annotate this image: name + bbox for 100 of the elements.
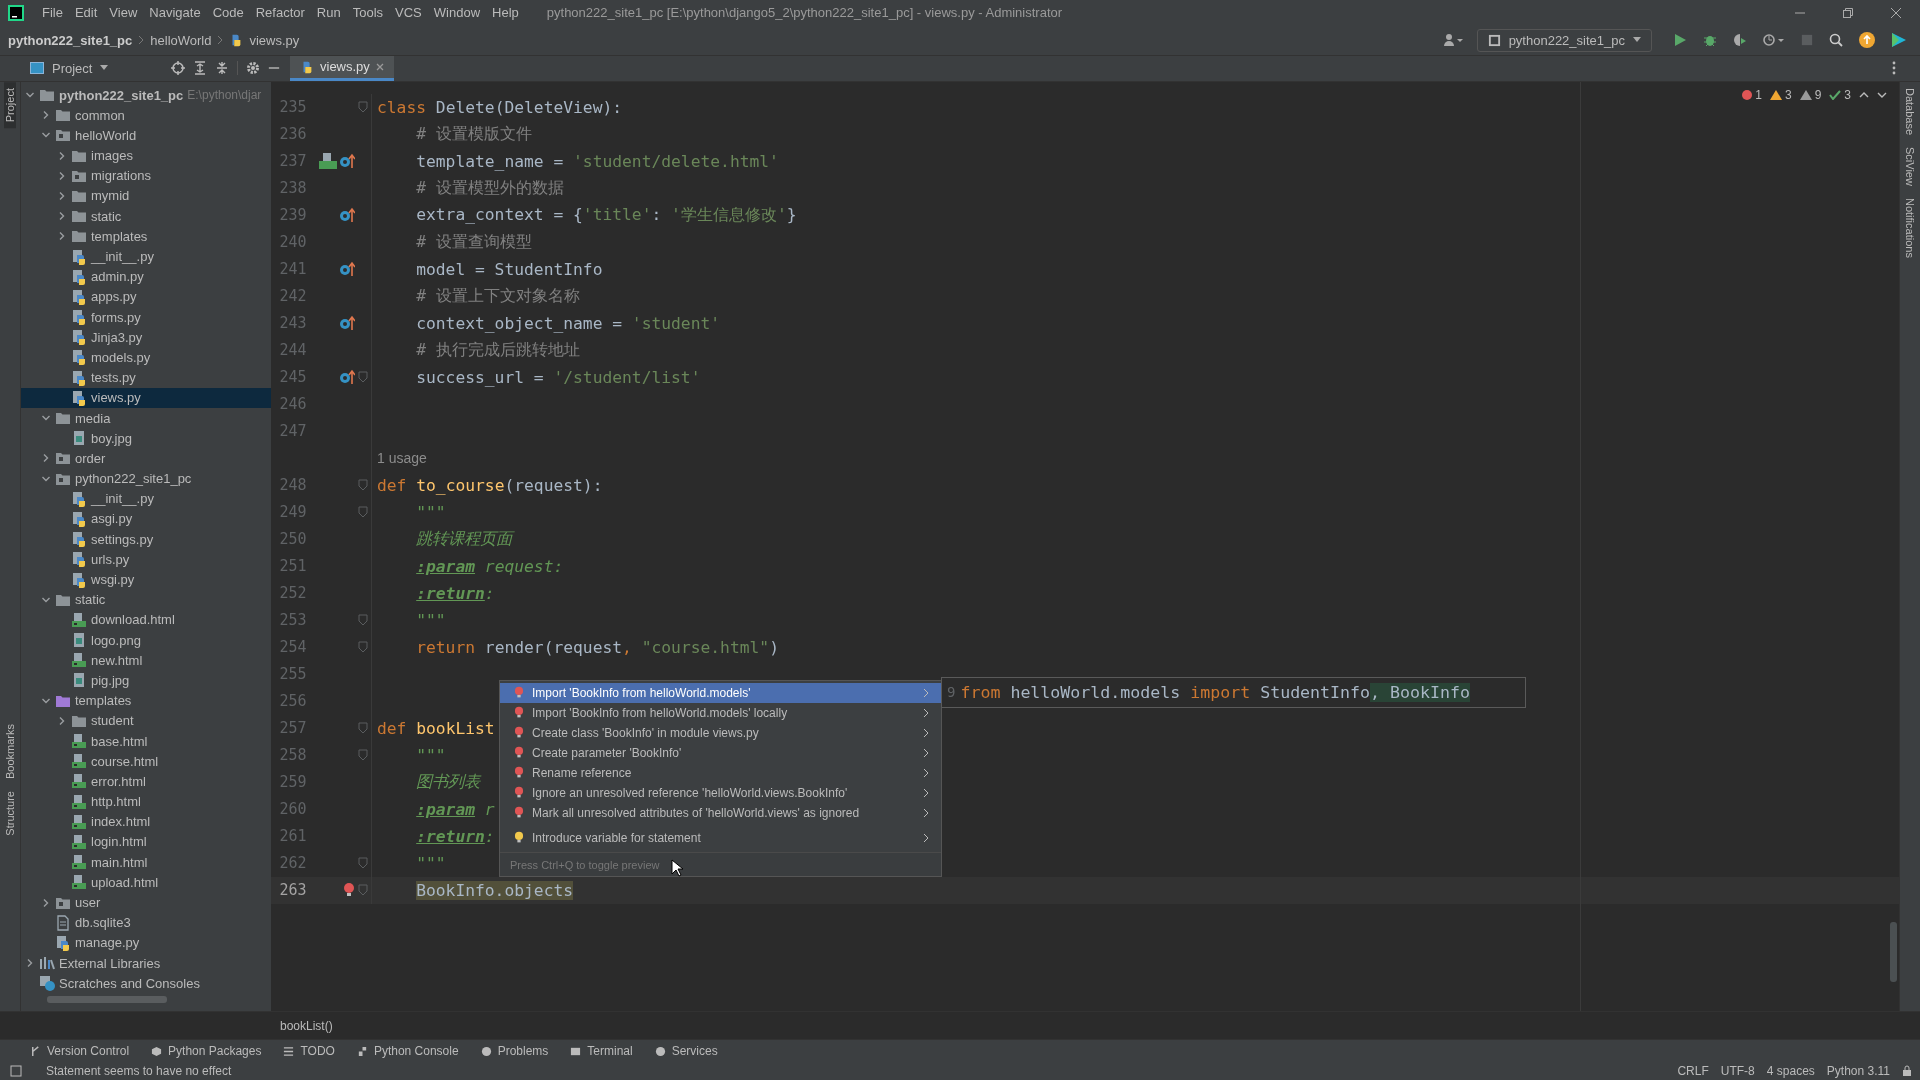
inspection-count[interactable]: 3 (1769, 87, 1792, 102)
menu-item[interactable]: Import 'BookInfo from helloWorld.models' locally (500, 702, 941, 723)
html-file-icon[interactable] (319, 153, 338, 170)
tree-item[interactable]: migrations (21, 165, 271, 186)
override-icon[interactable] (339, 153, 356, 170)
tool-window-button[interactable]: Python Packages (151, 1044, 262, 1058)
tree-item[interactable]: templates (21, 226, 271, 247)
close-icon[interactable] (1890, 7, 1902, 19)
arrow-down-icon[interactable] (1877, 90, 1887, 99)
menu-item[interactable]: Import 'BookInfo from helloWorld.models' (500, 682, 941, 703)
error-bulb-icon[interactable] (343, 882, 356, 899)
chevron-right-icon[interactable] (57, 211, 67, 222)
tree-item[interactable]: python222_site1_pc E:\python\djar (21, 84, 271, 106)
tree-item[interactable]: error.html (21, 771, 271, 792)
menu-item[interactable]: Mark all unresolved attributes of 'helloWorld.views' as ignored (500, 802, 941, 823)
menu-item[interactable]: Edit (68, 5, 104, 21)
close-icon[interactable] (375, 62, 384, 71)
tree-item[interactable]: upload.html (21, 872, 271, 893)
coverage-icon[interactable] (1733, 33, 1747, 48)
menu-item[interactable]: Ignore an unresolved reference 'helloWorld.views.BookInfo' (500, 782, 941, 803)
tree-item[interactable]: forms.py (21, 307, 271, 328)
tree-item[interactable]: __init__.py (21, 246, 271, 267)
chevron-right-icon[interactable] (41, 453, 51, 464)
tree-item[interactable]: wsgi.py (21, 569, 271, 590)
tree-item[interactable]: Scratches and Consoles (21, 973, 271, 994)
tree-item[interactable]: templates (21, 690, 271, 711)
editor-tab[interactable]: views.py (290, 55, 394, 81)
tree-item[interactable]: helloWorld (21, 125, 271, 146)
menu-item[interactable]: Create parameter 'BookInfo' (500, 742, 941, 763)
update-icon[interactable] (1859, 32, 1875, 49)
crosshair-icon[interactable] (171, 61, 185, 76)
menu-item[interactable]: Window (427, 5, 487, 21)
inspection-count[interactable]: 3 (1829, 87, 1851, 102)
tree-item[interactable]: new.html (21, 650, 271, 671)
breadcrumb-item[interactable]: python222_site1_pc (8, 32, 133, 48)
project-view-dropdown[interactable]: Project (52, 60, 93, 76)
usage-hint[interactable]: 1 usage (372, 450, 427, 467)
tool-window-button[interactable]: Services (654, 1044, 718, 1058)
override-icon[interactable] (339, 207, 356, 224)
tree-item[interactable]: index.html (21, 811, 271, 832)
run-configuration-dropdown[interactable]: python222_site1_pc (1476, 28, 1652, 52)
chevron-right-icon[interactable] (41, 897, 51, 908)
chevron-right-icon[interactable] (57, 231, 67, 242)
bug-icon[interactable] (1703, 33, 1717, 48)
menu-item[interactable]: File (36, 5, 69, 21)
inspection-count[interactable]: 9 (1799, 87, 1822, 102)
chevron-right-icon[interactable] (57, 190, 67, 201)
fold-icon[interactable] (358, 749, 369, 762)
tool-window-button[interactable]: Bookmarks (4, 718, 16, 786)
caret-icon[interactable] (100, 65, 109, 72)
breadcrumb-item[interactable]: views.py (249, 32, 300, 48)
chevron-right-icon[interactable] (41, 110, 51, 121)
menu-item[interactable]: Create class 'BookInfo' in module views.py (500, 722, 941, 743)
fold-icon[interactable] (358, 614, 369, 627)
tree-item[interactable]: logo.png (21, 630, 271, 651)
tree-item[interactable]: user (21, 892, 271, 913)
status-item[interactable]: 4 spaces (1766, 1064, 1815, 1078)
status-item[interactable]: Python 3.11 (1826, 1064, 1890, 1078)
tree-item[interactable]: manage.py (21, 932, 271, 953)
status-item[interactable]: CRLF (1677, 1064, 1709, 1078)
tree-item[interactable]: __init__.py (21, 488, 271, 509)
tree-item[interactable]: main.html (21, 852, 271, 873)
tree-item[interactable]: db.sqlite3 (21, 912, 271, 933)
tool-window-button[interactable]: SciView (1904, 141, 1916, 192)
tree-item[interactable]: static (21, 589, 271, 610)
menu-item[interactable]: Introduce variable for statement (500, 827, 941, 848)
search-icon[interactable] (1829, 33, 1843, 48)
tool-window-button[interactable]: TODO (283, 1044, 335, 1058)
chevron-right-icon[interactable] (25, 958, 35, 969)
tool-window-button[interactable]: Version Control (30, 1044, 130, 1058)
scrollbar[interactable] (1890, 921, 1897, 982)
profiler-icon[interactable] (1763, 33, 1785, 48)
menu-item[interactable]: Rename reference (500, 762, 941, 783)
collapse-all-icon[interactable] (215, 61, 229, 76)
tree-item[interactable]: pig.jpg (21, 670, 271, 691)
tree-item[interactable]: login.html (21, 831, 271, 853)
tree-item[interactable]: models.py (21, 347, 271, 368)
fold-icon[interactable] (358, 371, 369, 384)
tool-window-button[interactable]: Terminal (570, 1044, 633, 1058)
menu-item[interactable]: Refactor (249, 5, 311, 21)
user-icon[interactable] (1442, 33, 1463, 48)
tree-item[interactable]: order (21, 448, 271, 469)
tree-item[interactable]: asgi.py (21, 508, 271, 530)
tree-item[interactable]: admin.py (21, 266, 271, 287)
tree-item[interactable]: External Libraries (21, 953, 271, 974)
restore-icon[interactable] (1842, 7, 1854, 19)
fold-icon[interactable] (358, 722, 369, 735)
override-icon[interactable] (339, 369, 356, 386)
panel-toggle-icon[interactable] (10, 1065, 22, 1077)
menu-item[interactable]: View (103, 5, 144, 21)
tree-item[interactable]: images (21, 145, 271, 166)
tool-window-button[interactable]: Project (4, 81, 16, 129)
tool-window-button[interactable]: Database (1904, 81, 1916, 142)
tree-item[interactable]: urls.py (21, 549, 271, 570)
fold-icon[interactable] (358, 506, 369, 519)
breadcrumb-item[interactable]: helloWorld (150, 32, 212, 48)
tree-item[interactable]: tests.py (21, 367, 271, 388)
tree-item[interactable]: mymid (21, 185, 271, 207)
tree-item[interactable]: views.py (21, 387, 271, 408)
fold-icon[interactable] (358, 641, 369, 654)
